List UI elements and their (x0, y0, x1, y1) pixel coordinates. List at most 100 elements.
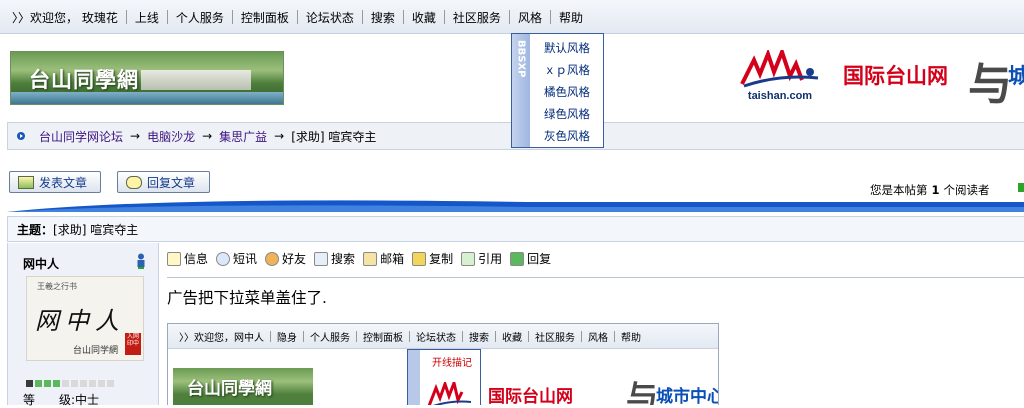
tool-short-message[interactable]: 短讯 (216, 250, 257, 267)
breadcrumb-link-forum[interactable]: 台山同学网论坛 (39, 128, 123, 145)
embedded-nav-item: 控制面板 (357, 329, 409, 344)
menu-side-strip (408, 350, 420, 405)
tool-quote[interactable]: 引用 (461, 250, 502, 267)
level-star-icon (80, 380, 87, 387)
post-subject: [求助] 喧宾夺主 (53, 222, 139, 237)
tool-friend[interactable]: 好友 (265, 250, 306, 267)
style-option-xp[interactable]: ｘｐ风格 (544, 59, 603, 81)
embedded-nav-label: 控制面板 (363, 332, 403, 344)
copy-icon (412, 251, 427, 266)
reader-number: 1 (931, 183, 940, 197)
search-icon (314, 251, 329, 266)
embedded-nav-label: 收藏 (502, 332, 522, 344)
embedded-logo-text: 台山同學網 (187, 379, 272, 399)
embedded-nav-label: 个人服务 (310, 332, 350, 344)
nav-label: 风格 (517, 10, 542, 25)
author-name[interactable]: 网中人 (23, 255, 59, 272)
partner-domain: taishan.com (747, 90, 813, 102)
nav-item-personal-services[interactable]: 个人服务 (168, 9, 232, 26)
embedded-menu-item: 开线描记 (432, 358, 472, 369)
user-online-icon (137, 253, 145, 269)
embedded-nav-label: 帮助 (621, 332, 641, 344)
speech-bubble-icon (126, 175, 142, 189)
nav-label: 个人服务 (175, 10, 224, 25)
quote-icon (461, 251, 476, 266)
embedded-nav-label: 论坛状态 (416, 332, 456, 344)
level-star-icon (53, 380, 60, 387)
document-icon (167, 251, 181, 266)
level-star-icon (44, 380, 51, 387)
embedded-nav-item: 社区服务 (529, 329, 581, 344)
embedded-nav-label: 隐身 (277, 332, 297, 344)
site-logo[interactable]: 台山同學網 (10, 51, 284, 105)
style-option-orange[interactable]: 橘色风格 (544, 81, 603, 103)
breadcrumb-link-board[interactable]: 集思广益 (219, 128, 267, 145)
tool-reply[interactable]: 回复 (510, 250, 551, 267)
embedded-nav-item: 隐身 (271, 329, 303, 344)
partner-banner[interactable]: taishan.com 国际台山网 与 城 (730, 46, 1024, 108)
nav-item-help[interactable]: 帮助 (551, 9, 591, 26)
reply-article-button[interactable]: 回复文章 (117, 171, 210, 193)
nav-item-favorites[interactable]: 收藏 (404, 9, 444, 26)
reply-article-label: 回复文章 (147, 175, 196, 190)
reply-icon (510, 251, 525, 266)
avatar-calligraphy: 网中人 (35, 307, 125, 335)
level-star-icon (62, 380, 69, 387)
nav-item-community-services[interactable]: 社区服务 (445, 9, 509, 26)
level-star-icon (26, 380, 33, 387)
style-option-green[interactable]: 绿色风格 (544, 103, 603, 125)
post-body-text: 广告把下拉菜单盖住了. (167, 289, 327, 307)
header-swoosh-bar (7, 200, 1024, 212)
post-subject-bar: 主题： [求助] 喧宾夺主 (7, 216, 1024, 242)
embedded-nav-item: 搜索 (463, 329, 495, 344)
friends-icon (265, 251, 280, 266)
embedded-nav-item: 风格 (582, 329, 614, 344)
nav-label: 社区服务 (452, 10, 501, 25)
tool-copy[interactable]: 复制 (412, 250, 453, 267)
toolbar-divider (167, 277, 1024, 278)
embedded-partner-name: 国际台山网 (488, 387, 573, 405)
embedded-nav-item: 〉〉欢迎您，网中人 (173, 329, 270, 344)
embedded-nav-item: 论坛状态 (410, 329, 462, 344)
embedded-nav-label: 搜索 (469, 332, 489, 344)
partner-amp: 与 (968, 59, 1012, 108)
style-option-gray[interactable]: 灰色风格 (544, 125, 603, 147)
nav-label: 上线 (134, 10, 159, 25)
new-post-icon (18, 175, 34, 189)
post-toolbar: 信息 短讯 好友 搜索 邮箱 复制 引用 回复 (167, 250, 559, 267)
status-icon (1018, 183, 1024, 192)
menu-strip-text: BBSXP (515, 40, 527, 78)
level-star-icon (89, 380, 96, 387)
nav-item-forum-status[interactable]: 论坛状态 (298, 9, 362, 26)
tool-label: 短讯 (233, 252, 258, 266)
nav-item-search[interactable]: 搜索 (363, 9, 403, 26)
breadcrumb-current: [求助] 喧宾夺主 (291, 129, 377, 144)
tool-label: 信息 (184, 252, 209, 266)
level-row: 等 级:中士 (23, 391, 99, 408)
nav-item-online[interactable]: 上线 (127, 9, 167, 26)
nav-item-control-panel[interactable]: 控制面板 (233, 9, 297, 26)
reader-suffix: 个阅读者 (943, 183, 990, 197)
menu-side-strip: BBSXP (512, 34, 530, 147)
partner-logo-icon (740, 50, 819, 88)
tool-mailbox[interactable]: 邮箱 (363, 250, 404, 267)
style-option-default[interactable]: 默认风格 (544, 37, 603, 59)
nav-label: 搜索 (370, 10, 395, 25)
partner-logo-icon (428, 382, 472, 405)
nav-item-style[interactable]: 风格 (510, 9, 550, 26)
tool-search[interactable]: 搜索 (314, 250, 355, 267)
breadcrumb-arrow-icon: → (274, 129, 285, 143)
level-star-icon (107, 380, 114, 387)
top-nav-bar: 〉〉欢迎您， 玫瑰花 上线 个人服务 控制面板 论坛状态 搜索 收藏 社区服务 … (0, 0, 1024, 34)
breadcrumb-link-salon[interactable]: 电脑沙龙 (147, 128, 195, 145)
post-article-button[interactable]: 发表文章 (9, 171, 101, 193)
avatar-subtext: 台山同学網 (73, 346, 119, 356)
nav-welcome-label: 〉〉欢迎您， 玫瑰花 (12, 10, 118, 25)
tool-info[interactable]: 信息 (167, 250, 208, 267)
level-icons (26, 380, 114, 387)
embedded-screenshot: 〉〉欢迎您，网中人 隐身 个人服务 控制面板 论坛状态 搜索 收藏 社区服务 风… (167, 323, 719, 405)
subject-label: 主题： (17, 222, 54, 237)
welcome-user-link[interactable]: 〉〉欢迎您， 玫瑰花 (10, 9, 126, 26)
level-star-icon (98, 380, 105, 387)
embedded-nav-item: 收藏 (496, 329, 528, 344)
